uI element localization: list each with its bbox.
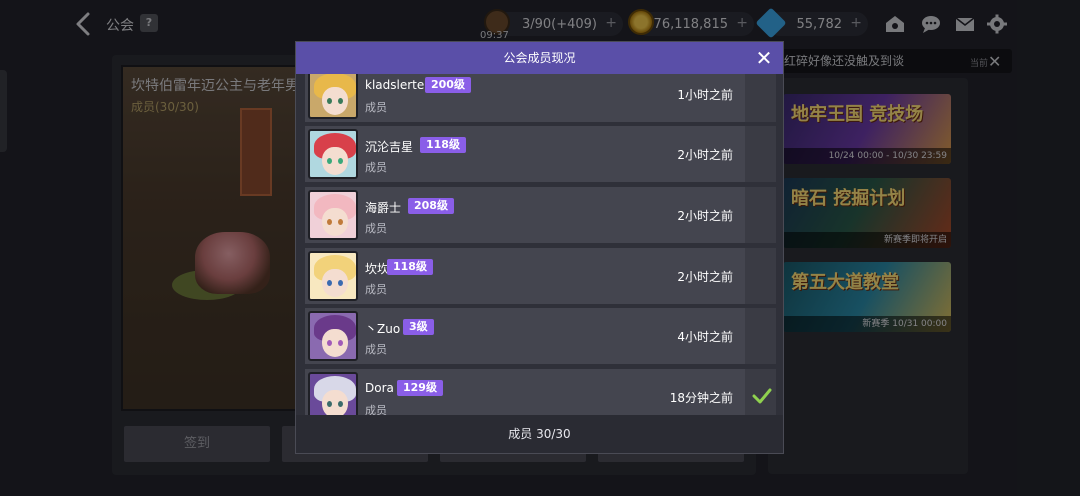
member-row[interactable]: 丶Zuo 3级成员 4小时之前: [305, 308, 745, 364]
avatar-eye: [327, 280, 332, 286]
member-name: Dora: [365, 381, 394, 395]
member-row-status: [745, 74, 776, 122]
modal-header: 公会成员现况 ✕: [296, 42, 783, 74]
guild-members-modal: 公会成员现况 ✕ kladslerte 200级 成员 1小时之前 沉沦吉星 118级 成员…: [295, 41, 784, 454]
member-name: 海爵士: [365, 201, 402, 215]
close-icon[interactable]: ✕: [751, 45, 777, 71]
avatar-eye: [327, 401, 332, 407]
member-name: 沉沦吉星: [365, 140, 414, 154]
avatar-eye: [338, 98, 343, 104]
member-row-status: [745, 126, 776, 182]
avatar-face: [322, 390, 348, 415]
last-online: 1小时之前: [677, 88, 733, 102]
member-avatar[interactable]: [308, 129, 358, 179]
member-avatar[interactable]: [308, 251, 358, 301]
avatar-eye: [327, 340, 332, 346]
member-role: 成员: [365, 404, 387, 415]
member-count: 成员 30/30: [508, 427, 571, 441]
member-avatar[interactable]: [308, 190, 358, 240]
member-role: 成员: [365, 222, 387, 235]
last-online: 2小时之前: [677, 209, 733, 223]
avatar-face: [322, 329, 348, 357]
member-avatar[interactable]: [308, 372, 358, 415]
avatar-face: [322, 87, 348, 115]
online-check-icon: [752, 388, 772, 404]
member-avatar[interactable]: [308, 74, 358, 119]
avatar-eye: [327, 98, 332, 104]
member-row[interactable]: Dora 129级 成员 18分钟之前: [305, 369, 745, 415]
member-list[interactable]: kladslerte 200级 成员 1小时之前 沉沦吉星 118级 成员 2小时之前 海爵士 2…: [305, 74, 778, 415]
member-name: 丶Zuo: [365, 322, 401, 336]
level-badge: 3级: [403, 319, 434, 335]
level-badge: 118级: [420, 137, 466, 153]
last-online: 2小时之前: [677, 148, 733, 162]
last-online: 18分钟之前: [669, 391, 733, 405]
last-online: 4小时之前: [677, 330, 733, 344]
avatar-eye: [338, 401, 343, 407]
avatar-eye: [338, 158, 343, 164]
member-role: 成员: [365, 161, 387, 174]
member-row[interactable]: kladslerte 200级成员 1小时之前: [305, 74, 745, 122]
level-badge: 118级: [387, 259, 433, 275]
last-online: 2小时之前: [677, 270, 733, 284]
member-role: 成员: [365, 101, 387, 114]
member-row-status: [745, 248, 776, 304]
avatar-eye: [327, 219, 332, 225]
avatar-eye: [327, 158, 332, 164]
member-role: 成员: [365, 283, 387, 296]
level-badge: 200级: [425, 77, 471, 93]
level-badge: 129级: [397, 380, 443, 396]
member-row[interactable]: 海爵士 208级成员 2小时之前: [305, 187, 745, 243]
member-row[interactable]: 沉沦吉星 118级成员 2小时之前: [305, 126, 745, 182]
modal-title: 公会成员现况: [503, 51, 576, 65]
member-name: kladslerte: [365, 78, 425, 92]
avatar-eye: [338, 340, 343, 346]
level-badge: 208级: [408, 198, 454, 214]
modal-footer: 成员 30/30: [296, 415, 783, 453]
avatar-eye: [338, 219, 343, 225]
avatar-eye: [338, 280, 343, 286]
member-row-status: [745, 308, 776, 364]
member-avatar[interactable]: [308, 311, 358, 361]
avatar-face: [322, 147, 348, 175]
member-row[interactable]: 坎坎坎 118级 成员 2小时之前: [305, 248, 745, 304]
member-row-status: [745, 187, 776, 243]
avatar-face: [322, 208, 348, 236]
member-role: 成员: [365, 343, 387, 356]
avatar-face: [322, 269, 348, 297]
